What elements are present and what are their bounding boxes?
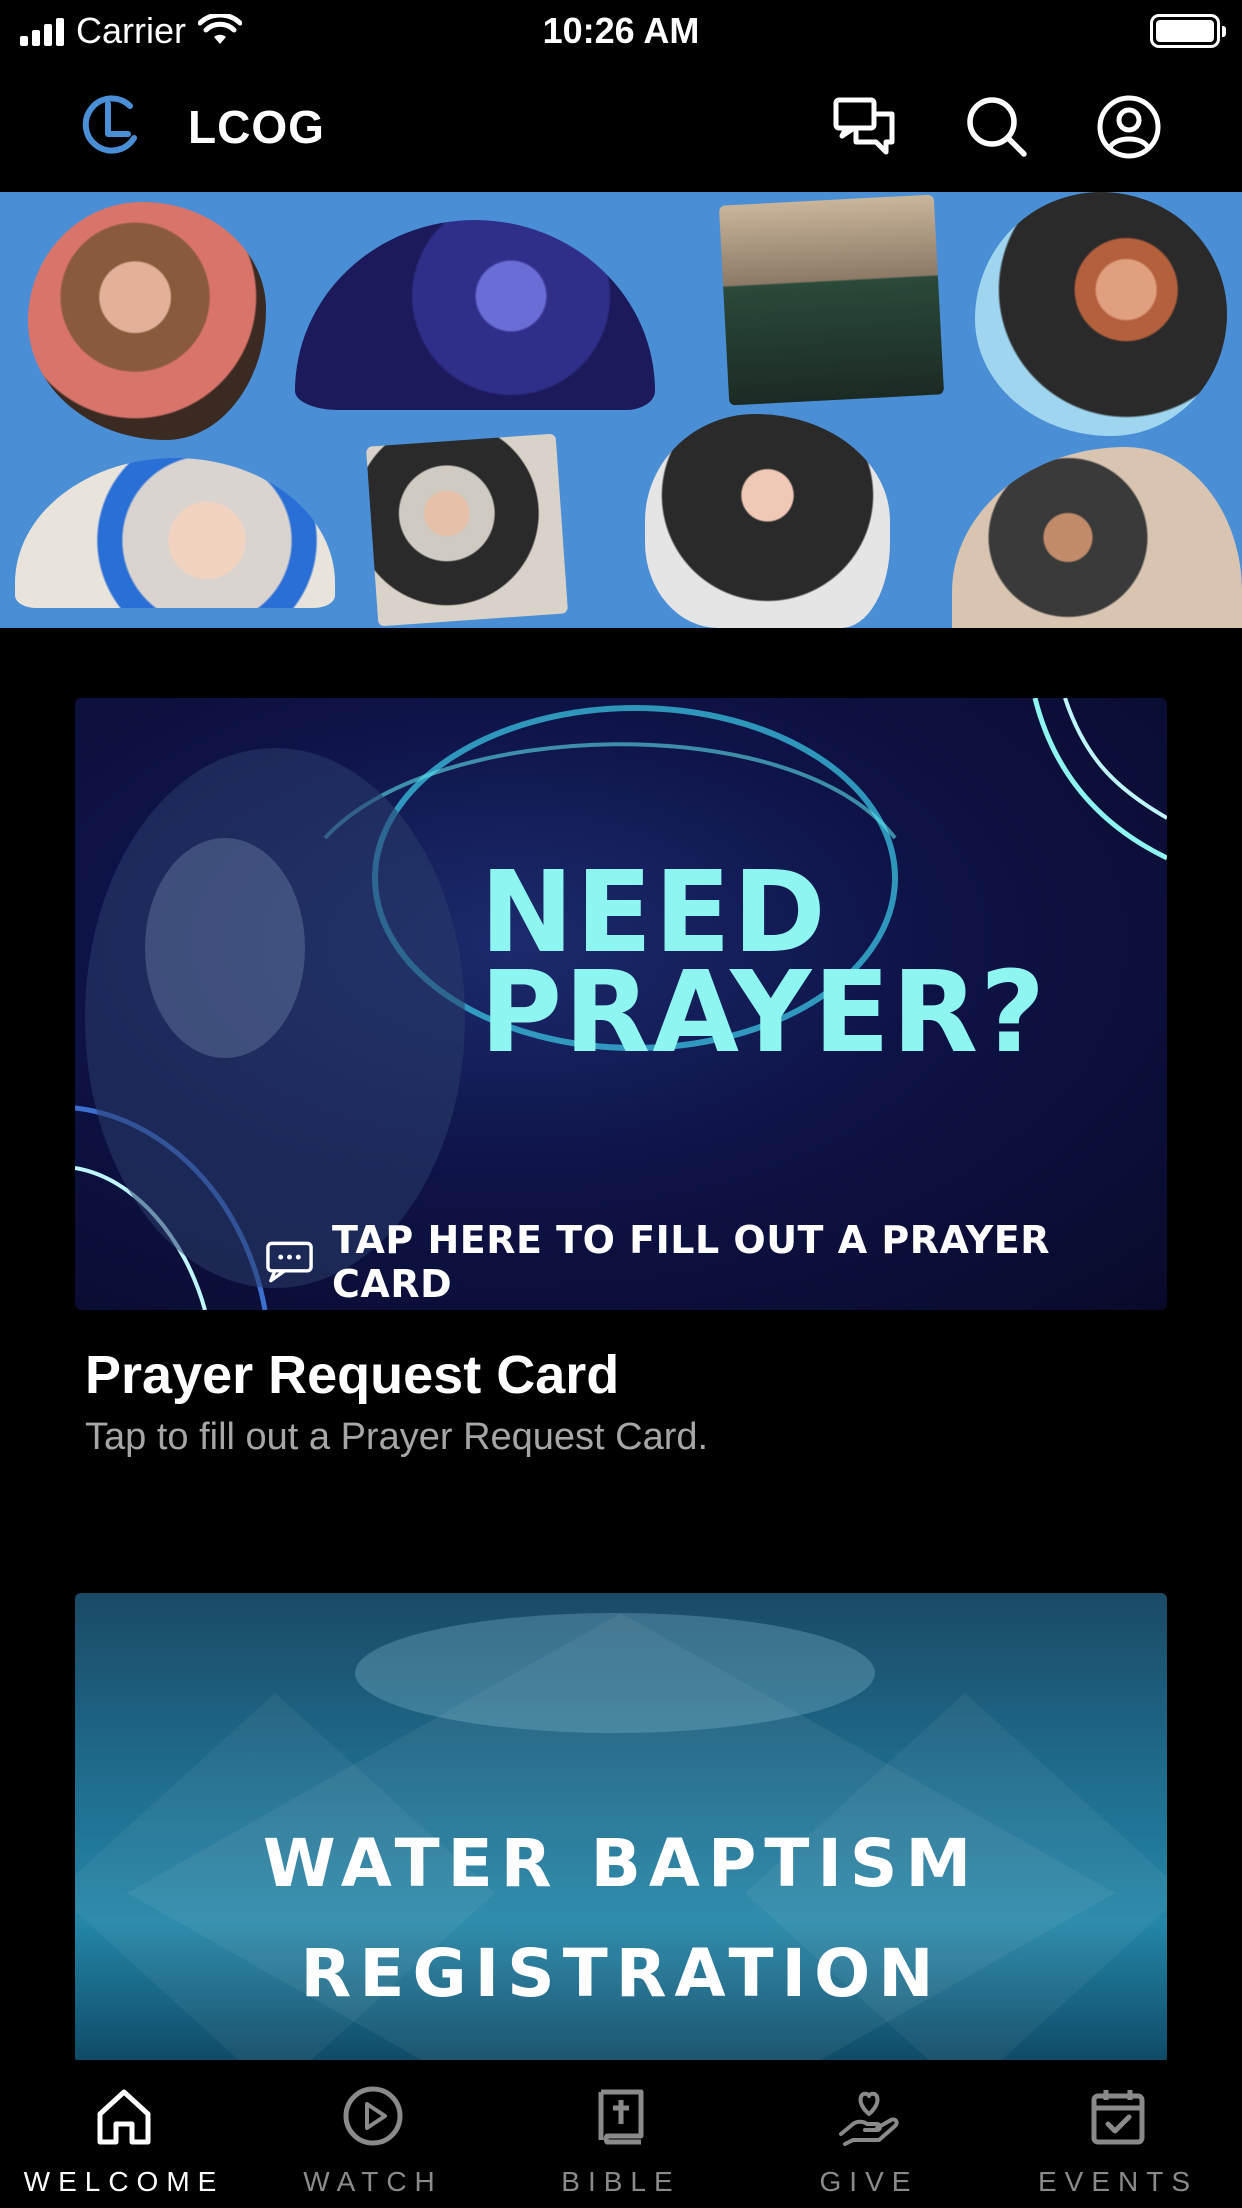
app-title: LCOG [188, 101, 325, 153]
collage-photo [365, 433, 569, 627]
prayer-card-cta: TAP HERE TO FILL OUT A PRAYER CARD [265, 1218, 1167, 1306]
chat-icon [833, 97, 895, 155]
prayer-card-heading: NEED PRAYER? [480, 857, 1048, 1078]
collage-photo [295, 220, 655, 410]
water-baptism-card[interactable]: WATER BAPTISM REGISTRATION [75, 1593, 1167, 2063]
collage-photo [645, 414, 890, 628]
play-icon [343, 2086, 403, 2146]
profile-button[interactable] [1096, 94, 1162, 160]
calendar-icon [1091, 2090, 1145, 2145]
search-button[interactable] [964, 94, 1030, 160]
tab-label: BIBLE [561, 2166, 681, 2197]
collage-photo [28, 202, 266, 440]
collage-photo [952, 447, 1242, 628]
bible-icon [598, 2089, 644, 2145]
baptism-line1: WATER BAPTISM [262, 1825, 980, 1902]
prayer-heading-line2: PRAYER? [480, 948, 1048, 1078]
card-subtitle: Tap to fill out a Prayer Request Card. [85, 1416, 709, 1458]
tab-watch[interactable]: WATCH [249, 2060, 497, 2208]
tab-bible[interactable]: BIBLE [497, 2060, 745, 2208]
status-bar: Carrier 10:26 AM [0, 0, 1242, 64]
prayer-card-image[interactable]: NEED PRAYER? TAP HERE TO FILL OUT A PRAY… [75, 698, 1167, 1310]
battery-icon [1150, 14, 1226, 48]
chat-button[interactable] [832, 94, 898, 160]
search-icon [967, 97, 1027, 157]
lcog-logo-icon [82, 95, 137, 154]
tab-label: WELCOME [23, 2166, 225, 2197]
chat-bubble-icon [266, 1241, 313, 1283]
baptism-line2: REGISTRATION [300, 1935, 942, 2012]
top-nav-bar: LCOG [0, 64, 1242, 192]
tab-welcome[interactable]: WELCOME [0, 2060, 248, 2208]
profile-icon [1097, 95, 1161, 159]
tab-label: EVENTS [1037, 2166, 1199, 2197]
home-icon [97, 2089, 151, 2145]
tab-label: GIVE [819, 2166, 919, 2197]
collage-photo [975, 192, 1227, 436]
tab-label: WATCH [303, 2166, 443, 2197]
hero-photo-collage[interactable] [0, 192, 1242, 628]
tab-events[interactable]: EVENTS [994, 2060, 1242, 2208]
prayer-cta-text: TAP HERE TO FILL OUT A PRAYER CARD [332, 1218, 1050, 1306]
tab-give[interactable]: GIVE [745, 2060, 993, 2208]
bottom-tab-bar: WELCOME WATCH BIBLE GIVE EVENTS [0, 2060, 1242, 2208]
prayer-request-card[interactable]: NEED PRAYER? TAP HERE TO FILL OUT A PRAY… [75, 698, 1167, 1459]
collage-photo [15, 458, 335, 608]
card-title: Prayer Request Card [85, 1345, 620, 1405]
status-time: 10:26 AM [542, 10, 700, 51]
give-icon [839, 2091, 899, 2146]
collage-photo [718, 194, 945, 406]
baptism-card-image[interactable]: WATER BAPTISM REGISTRATION [75, 1593, 1167, 2063]
